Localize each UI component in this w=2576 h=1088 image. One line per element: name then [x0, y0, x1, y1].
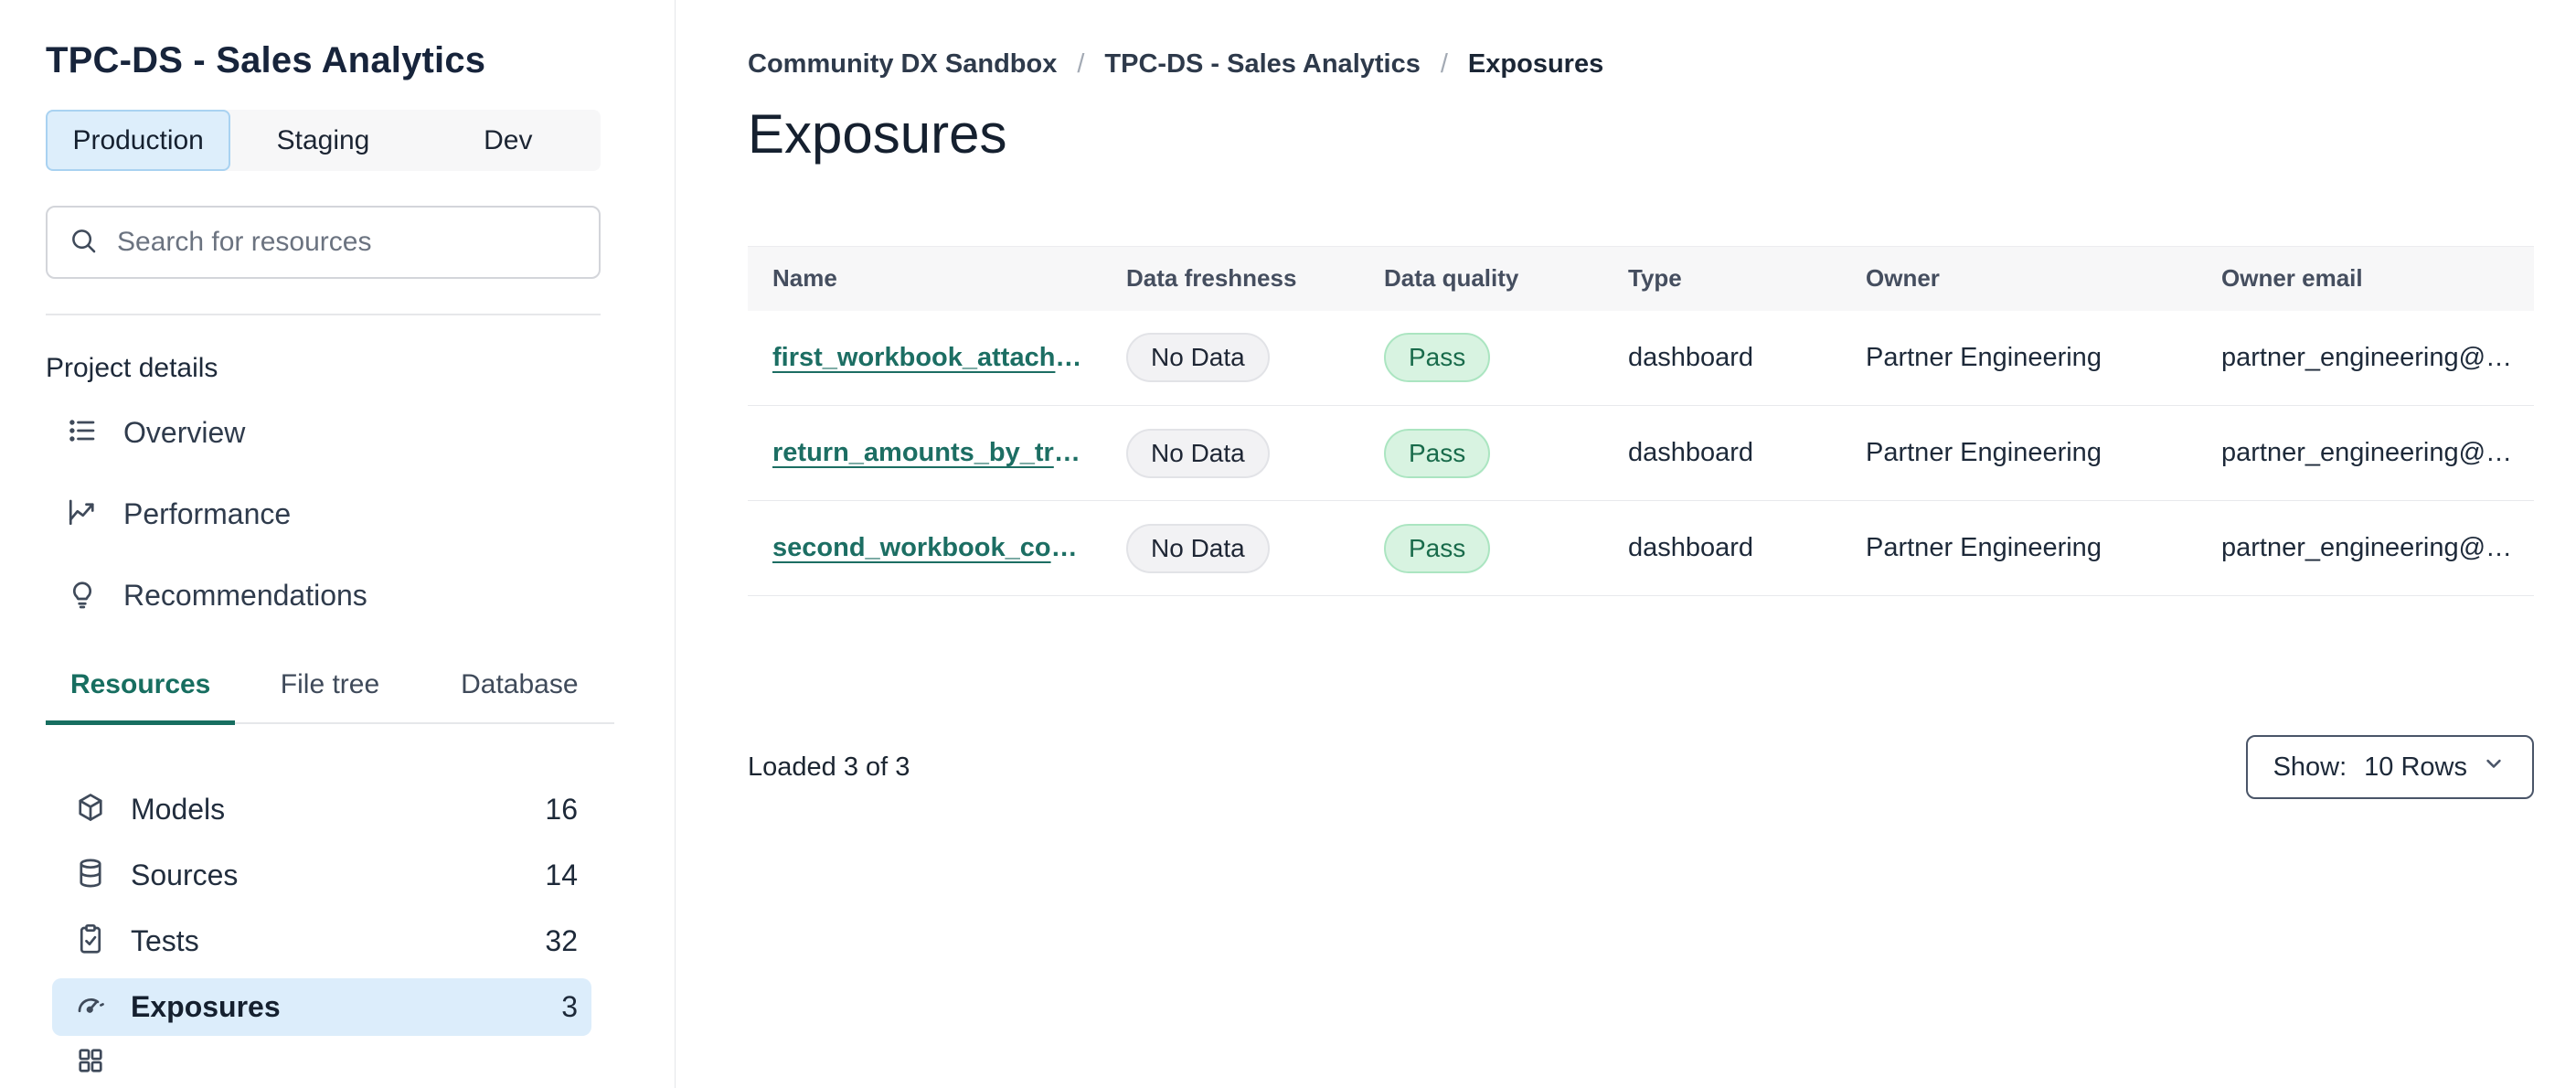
search-icon	[68, 225, 99, 261]
type-cell: dashboard	[1603, 500, 1841, 596]
breadcrumb-link-account[interactable]: Community DX Sandbox	[748, 48, 1057, 80]
type-cell: dashboard	[1603, 310, 1841, 406]
column-header-owner: Owner	[1841, 246, 2197, 311]
breadcrumb-current: Exposures	[1467, 49, 1604, 79]
line-chart-icon	[66, 496, 99, 533]
project-details-label: Project details	[46, 353, 218, 383]
quality-badge: Pass	[1384, 428, 1491, 478]
sidebar-item-label: Tests	[131, 923, 199, 957]
sidebar-item-label: Sources	[131, 858, 239, 891]
tab-file-tree[interactable]: File tree	[235, 667, 424, 725]
breadcrumb-link-project[interactable]: TPC-DS - Sales Analytics	[1104, 48, 1420, 80]
owner-cell: Partner Engineering	[1841, 500, 2197, 596]
table-header-row: Name Data freshness Data quality Type Ow…	[748, 246, 2534, 311]
freshness-badge: No Data	[1126, 333, 1270, 383]
exposure-name-link[interactable]: return_amounts_by_tran…	[772, 438, 1083, 468]
freshness-badge: No Data	[1126, 523, 1270, 573]
table-row: return_amounts_by_tran… No Data Pass das…	[748, 405, 2534, 501]
loaded-count-text: Loaded 3 of 3	[748, 752, 910, 782]
quality-badge: Pass	[1384, 333, 1491, 383]
breadcrumb: Community DX Sandbox / TPC-DS - Sales An…	[748, 48, 2534, 80]
database-icon	[74, 857, 107, 894]
resource-count: 32	[545, 923, 578, 957]
show-label: Show:	[2273, 752, 2347, 782]
search-input[interactable]	[115, 226, 579, 259]
gauge-icon	[74, 988, 107, 1026]
sidebar-item-recommendations[interactable]: Recommendations	[46, 567, 580, 624]
sidebar-item-models[interactable]: Models 16	[52, 781, 591, 838]
chevron-down-icon	[2481, 751, 2507, 784]
breadcrumb-separator: /	[1440, 49, 1448, 79]
exposures-table: Name Data freshness Data quality Type Ow…	[748, 246, 2534, 596]
page-title: Exposures	[748, 103, 1007, 165]
clipboard-check-icon	[74, 923, 107, 960]
exposure-name-link[interactable]: first_workbook_attached…	[772, 343, 1083, 373]
list-icon	[66, 414, 99, 452]
sidebar-item-performance[interactable]: Performance	[46, 485, 580, 543]
tab-database[interactable]: Database	[425, 667, 614, 725]
sidebar-item-sources[interactable]: Sources 14	[52, 847, 591, 904]
quality-badge: Pass	[1384, 523, 1491, 573]
grid-icon	[74, 1044, 107, 1082]
column-header-type: Type	[1603, 246, 1841, 311]
resource-count: 16	[545, 792, 578, 826]
rows-per-page-value: 10 Rows	[2364, 752, 2467, 782]
exposures-table-wrap: Name Data freshness Data quality Type Ow…	[748, 246, 2534, 596]
main-content: Community DX Sandbox / TPC-DS - Sales An…	[676, 0, 2576, 1088]
env-tab-dev[interactable]: Dev	[416, 110, 601, 171]
cube-icon	[74, 791, 107, 828]
search-box	[46, 206, 601, 279]
tab-resources[interactable]: Resources	[46, 667, 236, 725]
sidebar-item-overview[interactable]: Overview	[46, 404, 580, 462]
app-window: TPC-DS - Sales Analytics Production Stag…	[0, 0, 2576, 1088]
column-header-owner-email: Owner email	[2197, 246, 2534, 311]
column-header-quality: Data quality	[1359, 246, 1603, 311]
env-tab-staging[interactable]: Staging	[230, 110, 415, 171]
project-title: TPC-DS - Sales Analytics	[46, 40, 486, 80]
column-header-freshness: Data freshness	[1102, 246, 1359, 311]
table-row: first_workbook_attached… No Data Pass da…	[748, 310, 2534, 406]
resource-count: 14	[545, 858, 578, 891]
sidebar-item-label: Exposures	[131, 989, 281, 1023]
sidebar-item-tests[interactable]: Tests 32	[52, 912, 591, 970]
explorer-tabs: Resources File tree Database	[46, 667, 614, 725]
owner-email-cell: partner_engineering@dbt…	[2221, 438, 2516, 467]
sidebar-item-label: Models	[131, 792, 226, 826]
owner-cell: Partner Engineering	[1841, 405, 2197, 501]
env-tab-production[interactable]: Production	[46, 110, 231, 171]
sidebar: TPC-DS - Sales Analytics Production Stag…	[0, 0, 676, 1088]
resource-count: 3	[561, 989, 578, 1023]
sidebar-item-label: Recommendations	[123, 579, 367, 612]
sidebar-item-label: Overview	[123, 416, 246, 449]
lightbulb-icon	[66, 577, 99, 614]
sidebar-divider	[46, 314, 601, 315]
breadcrumb-separator: /	[1077, 49, 1085, 79]
rows-per-page-dropdown[interactable]: Show: 10 Rows	[2245, 735, 2534, 799]
exposure-name-link[interactable]: second_workbook_conn…	[772, 533, 1083, 563]
owner-email-cell: partner_engineering@dbt…	[2221, 533, 2516, 562]
type-cell: dashboard	[1603, 405, 1841, 501]
table-footer: Loaded 3 of 3 Show: 10 Rows	[748, 735, 2534, 799]
project-nav: Overview Performance Recommendations	[46, 404, 675, 624]
environment-tabs: Production Staging Dev	[46, 110, 601, 171]
sidebar-item-partial[interactable]	[52, 1044, 591, 1088]
sidebar-item-label: Performance	[123, 497, 292, 530]
freshness-badge: No Data	[1126, 428, 1270, 478]
owner-email-cell: partner_engineering@dbt…	[2221, 342, 2516, 372]
sidebar-item-exposures[interactable]: Exposures 3	[52, 977, 591, 1036]
column-header-name: Name	[748, 246, 1102, 311]
resource-list: Models 16 Sources 14 Tests 32 Exposures …	[46, 781, 675, 1088]
owner-cell: Partner Engineering	[1841, 310, 2197, 406]
table-row: second_workbook_conn… No Data Pass dashb…	[748, 500, 2534, 596]
